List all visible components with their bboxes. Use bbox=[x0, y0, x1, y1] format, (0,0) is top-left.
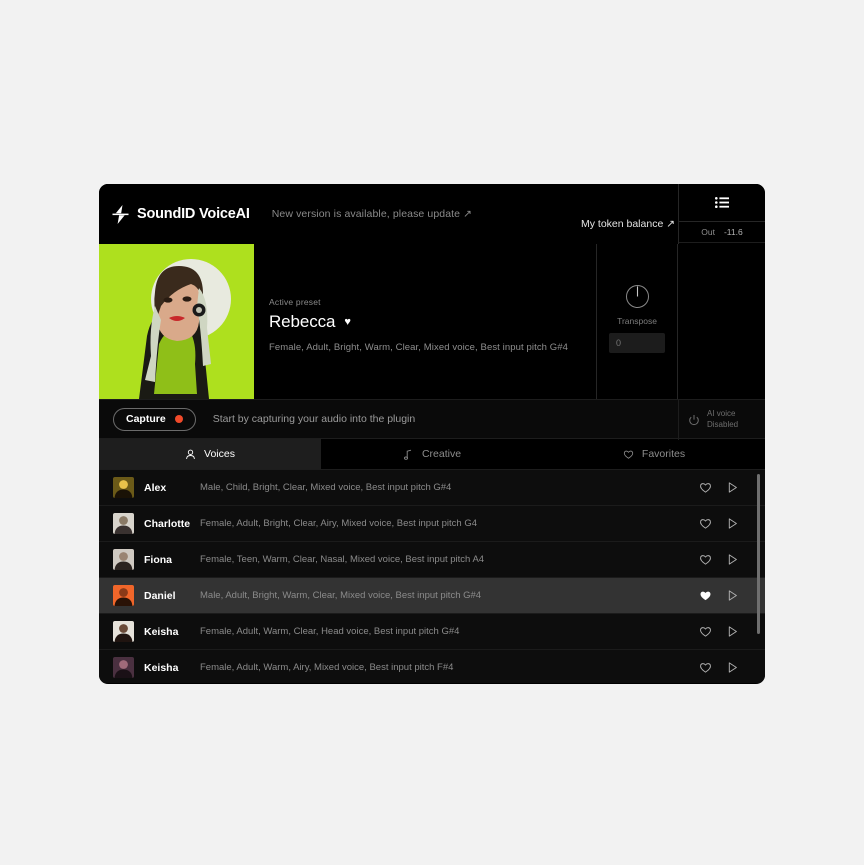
page-root: SoundID VoiceAI New version is available… bbox=[0, 0, 864, 865]
voice-name: Alex bbox=[144, 481, 167, 494]
voice-tags: Female, Teen, Warm, Clear, Nasal, Mixed … bbox=[200, 554, 485, 565]
capture-bar: Capture Start by capturing your audio in… bbox=[99, 399, 765, 440]
row-actions bbox=[699, 625, 739, 638]
transpose-input[interactable]: 0 bbox=[609, 333, 665, 353]
token-balance-link[interactable]: My token balance ↗ bbox=[581, 218, 675, 230]
heart-outline-icon[interactable] bbox=[699, 661, 712, 674]
preset-title-row: Rebecca ♥ bbox=[269, 312, 596, 332]
preset-artwork-image bbox=[99, 244, 254, 399]
table-row[interactable]: Alex Male, Child, Bright, Clear, Mixed vo… bbox=[99, 470, 765, 506]
voice-list-scrollbar[interactable] bbox=[757, 474, 760, 679]
header-right-panel: Out -11.6 bbox=[678, 184, 765, 244]
app-header: SoundID VoiceAI New version is available… bbox=[99, 184, 765, 244]
table-row[interactable]: Daniel Male, Adult, Bright, Warm, Clear, … bbox=[99, 578, 765, 614]
preset-info: Active preset Rebecca ♥ Female, Adult, B… bbox=[254, 244, 596, 399]
heart-filled-icon[interactable]: ♥ bbox=[344, 316, 351, 328]
capture-hint: Start by capturing your audio into the p… bbox=[212, 413, 416, 425]
output-meter: Out -11.6 bbox=[679, 222, 765, 243]
voice-name: Daniel bbox=[144, 589, 176, 602]
ai-voice-status: AI voice Disabled bbox=[707, 409, 738, 431]
table-row[interactable]: Fiona Female, Teen, Warm, Clear, Nasal, M… bbox=[99, 542, 765, 578]
tab-voices[interactable]: Voices bbox=[99, 439, 321, 469]
voice-name: Fiona bbox=[144, 553, 172, 566]
preset-artwork bbox=[99, 244, 254, 399]
list-menu-icon bbox=[715, 197, 729, 208]
voice-tags: Female, Adult, Warm, Clear, Head voice, … bbox=[200, 626, 460, 637]
transpose-panel: Transpose 0 bbox=[596, 244, 678, 399]
heart-outline-icon bbox=[623, 450, 634, 459]
avatar bbox=[113, 585, 134, 606]
tab-voices-label: Voices bbox=[204, 448, 235, 460]
voice-list-scrollbar-thumb[interactable] bbox=[757, 474, 760, 634]
voice-tags: Female, Adult, Bright, Clear, Airy, Mixe… bbox=[200, 518, 478, 529]
ai-voice-state: Disabled bbox=[707, 420, 739, 429]
page-title: Rebecca bbox=[269, 312, 336, 331]
row-actions bbox=[699, 481, 739, 494]
lightning-bolt-icon bbox=[112, 204, 129, 224]
row-actions bbox=[699, 589, 739, 602]
table-row[interactable]: Charlotte Female, Adult, Bright, Clear, A… bbox=[99, 506, 765, 542]
tab-creative[interactable]: Creative bbox=[321, 439, 543, 469]
output-meter-label: Out bbox=[701, 227, 715, 237]
output-meter-value: -11.6 bbox=[723, 227, 743, 237]
table-row[interactable]: Keisha Female, Adult, Warm, Airy, Mixed v… bbox=[99, 650, 765, 683]
play-triangle-icon[interactable] bbox=[726, 553, 739, 566]
ai-voice-label: AI voice bbox=[707, 409, 736, 419]
plugin-window: SoundID VoiceAI New version is available… bbox=[99, 184, 765, 684]
capture-button-label: Capture bbox=[126, 413, 166, 425]
preset-hero: Active preset Rebecca ♥ Female, Adult, B… bbox=[99, 244, 765, 399]
update-notice-link[interactable]: New version is available, please update … bbox=[272, 208, 472, 220]
brand-name: SoundID VoiceAI bbox=[137, 206, 250, 222]
capture-button[interactable]: Capture bbox=[113, 407, 196, 431]
avatar bbox=[113, 513, 134, 534]
tab-creative-label: Creative bbox=[421, 448, 462, 460]
play-triangle-icon[interactable] bbox=[726, 589, 739, 602]
play-triangle-icon[interactable] bbox=[726, 661, 739, 674]
preset-tags: Female, Adult, Bright, Warm, Clear, Mixe… bbox=[269, 342, 569, 353]
avatar bbox=[113, 657, 134, 678]
power-icon bbox=[689, 415, 699, 426]
heart-filled-icon[interactable] bbox=[699, 589, 712, 602]
heart-outline-icon[interactable] bbox=[699, 481, 712, 494]
transpose-label: Transpose bbox=[617, 316, 657, 326]
avatar bbox=[113, 621, 134, 642]
tab-favorites[interactable]: Favorites bbox=[543, 439, 765, 469]
table-row[interactable]: Keisha Female, Adult, Warm, Clear, Head v… bbox=[99, 614, 765, 650]
tab-favorites-label: Favorites bbox=[641, 448, 686, 460]
menu-button[interactable] bbox=[679, 184, 765, 222]
play-triangle-icon[interactable] bbox=[726, 625, 739, 638]
hero-right-panel bbox=[678, 244, 765, 399]
heart-outline-icon[interactable] bbox=[699, 553, 712, 566]
avatar bbox=[113, 477, 134, 498]
music-note-icon bbox=[403, 449, 412, 460]
play-triangle-icon[interactable] bbox=[726, 481, 739, 494]
voice-name: Keisha bbox=[144, 661, 179, 674]
play-triangle-icon[interactable] bbox=[726, 517, 739, 530]
ai-voice-toggle[interactable]: AI voice Disabled bbox=[678, 400, 765, 440]
voice-list[interactable]: Alex Male, Child, Bright, Clear, Mixed vo… bbox=[99, 470, 765, 683]
preset-kicker: Active preset bbox=[269, 297, 321, 307]
person-icon bbox=[186, 449, 195, 459]
voice-name: Charlotte bbox=[144, 517, 191, 530]
row-actions bbox=[699, 553, 739, 566]
row-actions bbox=[699, 661, 739, 674]
voice-name: Keisha bbox=[144, 625, 179, 638]
avatar bbox=[113, 549, 134, 570]
tab-bar: Voices Creative Favorites bbox=[99, 439, 765, 470]
voice-tags: Male, Adult, Bright, Warm, Clear, Mixed … bbox=[200, 590, 482, 601]
knob-icon[interactable] bbox=[625, 284, 650, 309]
heart-outline-icon[interactable] bbox=[699, 625, 712, 638]
voice-tags: Female, Adult, Warm, Airy, Mixed voice, … bbox=[200, 662, 454, 673]
row-actions bbox=[699, 517, 739, 530]
brand-logo: SoundID VoiceAI bbox=[112, 204, 250, 224]
voice-tags: Male, Child, Bright, Clear, Mixed voice,… bbox=[200, 482, 452, 493]
record-dot-icon bbox=[174, 415, 183, 423]
heart-outline-icon[interactable] bbox=[699, 517, 712, 530]
